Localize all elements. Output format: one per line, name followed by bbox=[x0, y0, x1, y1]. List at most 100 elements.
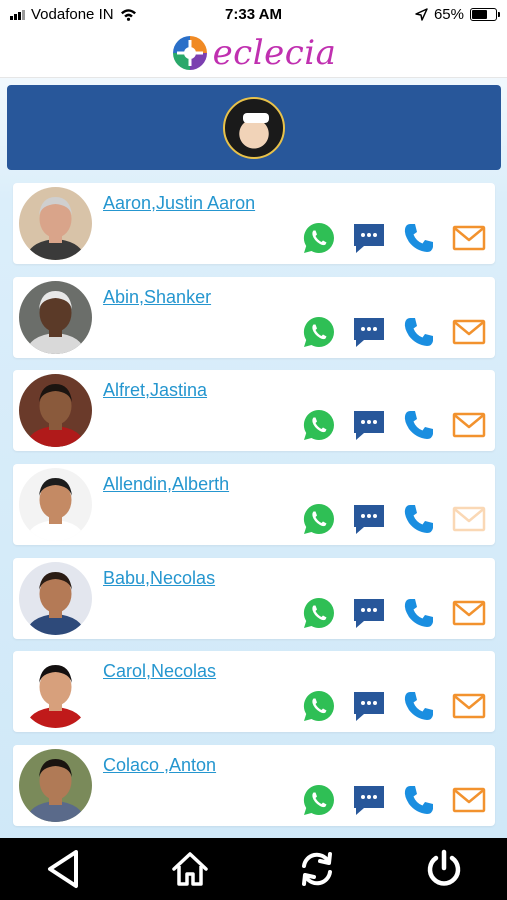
email-button[interactable] bbox=[450, 315, 488, 349]
power-icon bbox=[427, 849, 460, 886]
avatar-photo bbox=[19, 749, 92, 823]
whatsapp-icon bbox=[303, 597, 334, 628]
chat-bubble-icon bbox=[354, 598, 384, 628]
whatsapp-icon bbox=[303, 410, 334, 441]
message-button[interactable] bbox=[350, 783, 388, 817]
back-triangle-icon bbox=[48, 850, 79, 888]
contact-avatar[interactable] bbox=[19, 561, 92, 635]
chat-bubble-icon bbox=[354, 786, 384, 816]
avatar-photo bbox=[19, 187, 92, 260]
whatsapp-icon bbox=[303, 785, 334, 816]
chat-bubble-icon bbox=[354, 411, 384, 441]
email-button[interactable] bbox=[450, 596, 488, 630]
phone-icon bbox=[404, 224, 433, 252]
contact-actions bbox=[300, 221, 488, 255]
email-button[interactable] bbox=[450, 502, 488, 536]
contact-card[interactable]: Carol,Necolas bbox=[13, 651, 495, 733]
phone-icon bbox=[404, 317, 433, 346]
contact-actions bbox=[300, 596, 488, 630]
logo-text: eclecia bbox=[212, 32, 337, 73]
profile-banner bbox=[7, 85, 501, 170]
mail-icon bbox=[452, 319, 486, 344]
contact-name-link[interactable]: Allendin,Alberth bbox=[103, 474, 229, 495]
whatsapp-icon bbox=[303, 316, 334, 347]
mail-icon bbox=[452, 506, 486, 532]
contact-avatar[interactable] bbox=[19, 655, 92, 729]
refresh-button[interactable] bbox=[287, 844, 347, 894]
signal-icon bbox=[10, 9, 25, 20]
call-button[interactable] bbox=[400, 502, 438, 536]
contact-card[interactable]: Abin,Shanker bbox=[13, 276, 495, 358]
chat-bubble-icon bbox=[354, 224, 384, 253]
contact-name-link[interactable]: Babu,Necolas bbox=[103, 568, 215, 589]
contact-actions bbox=[300, 689, 488, 723]
carrier-name: Vodafone IN bbox=[31, 5, 114, 23]
contact-avatar[interactable] bbox=[19, 187, 92, 260]
message-button[interactable] bbox=[350, 221, 388, 255]
call-button[interactable] bbox=[400, 315, 438, 349]
avatar-photo bbox=[19, 561, 92, 635]
message-button[interactable] bbox=[350, 689, 388, 723]
contact-list: Aaron,Justin Aaron Abin,Shanker Alfret,J… bbox=[13, 183, 495, 839]
call-button[interactable] bbox=[400, 408, 438, 442]
phone-icon bbox=[404, 598, 433, 627]
message-button[interactable] bbox=[350, 315, 388, 349]
contact-card[interactable]: Aaron,Justin Aaron bbox=[13, 183, 495, 264]
whatsapp-button[interactable] bbox=[300, 408, 338, 442]
contact-card[interactable]: Alfret,Jastina bbox=[13, 370, 495, 452]
chat-bubble-icon bbox=[354, 692, 384, 722]
power-button[interactable] bbox=[414, 844, 474, 894]
contact-name-link[interactable]: Carol,Necolas bbox=[103, 661, 216, 682]
whatsapp-button[interactable] bbox=[300, 689, 338, 723]
message-button[interactable] bbox=[350, 408, 388, 442]
call-button[interactable] bbox=[400, 221, 438, 255]
home-button[interactable] bbox=[160, 844, 220, 894]
avatar-photo bbox=[19, 280, 92, 354]
status-left: Vodafone IN bbox=[10, 6, 137, 23]
contact-avatar[interactable] bbox=[19, 280, 92, 354]
whatsapp-button[interactable] bbox=[300, 315, 338, 349]
whatsapp-icon bbox=[303, 504, 334, 535]
contact-actions bbox=[300, 315, 488, 349]
email-button[interactable] bbox=[450, 408, 488, 442]
contact-card[interactable]: Colaco ,Anton bbox=[13, 745, 495, 827]
whatsapp-button[interactable] bbox=[300, 502, 338, 536]
contact-card[interactable]: Allendin,Alberth bbox=[13, 464, 495, 546]
contact-avatar[interactable] bbox=[19, 374, 92, 448]
whatsapp-button[interactable] bbox=[300, 221, 338, 255]
location-arrow-icon bbox=[415, 7, 428, 21]
wifi-icon bbox=[120, 8, 136, 21]
back-button[interactable] bbox=[33, 844, 93, 894]
whatsapp-button[interactable] bbox=[300, 783, 338, 817]
contact-name-link[interactable]: Colaco ,Anton bbox=[103, 755, 216, 776]
bottom-navigation bbox=[0, 838, 507, 900]
message-button[interactable] bbox=[350, 596, 388, 630]
whatsapp-button[interactable] bbox=[300, 596, 338, 630]
battery-level bbox=[472, 9, 487, 19]
whatsapp-icon bbox=[303, 222, 334, 254]
contact-card[interactable]: Babu,Necolas bbox=[13, 557, 495, 639]
avatar-photo bbox=[19, 374, 92, 448]
call-button[interactable] bbox=[400, 689, 438, 723]
battery-percent: 65% bbox=[433, 5, 464, 23]
home-icon bbox=[172, 852, 208, 886]
mail-icon bbox=[452, 413, 486, 438]
contact-name-link[interactable]: Alfret,Jastina bbox=[103, 380, 207, 401]
refresh-icon bbox=[301, 852, 332, 886]
email-button[interactable] bbox=[450, 689, 488, 723]
contact-name-link[interactable]: Abin,Shanker bbox=[103, 287, 211, 308]
banner-avatar[interactable] bbox=[223, 96, 285, 159]
message-button[interactable] bbox=[350, 502, 388, 536]
phone-icon bbox=[404, 505, 433, 534]
contact-avatar[interactable] bbox=[19, 468, 92, 542]
status-right: 65% bbox=[415, 5, 500, 23]
call-button[interactable] bbox=[400, 783, 438, 817]
contact-actions bbox=[300, 502, 488, 536]
call-button[interactable] bbox=[400, 596, 438, 630]
contact-name-link[interactable]: Aaron,Justin Aaron bbox=[103, 193, 255, 214]
email-button[interactable] bbox=[450, 221, 488, 255]
contact-avatar[interactable] bbox=[19, 749, 92, 823]
contact-actions bbox=[300, 408, 488, 442]
chat-bubble-icon bbox=[354, 317, 384, 347]
email-button[interactable] bbox=[450, 783, 488, 817]
